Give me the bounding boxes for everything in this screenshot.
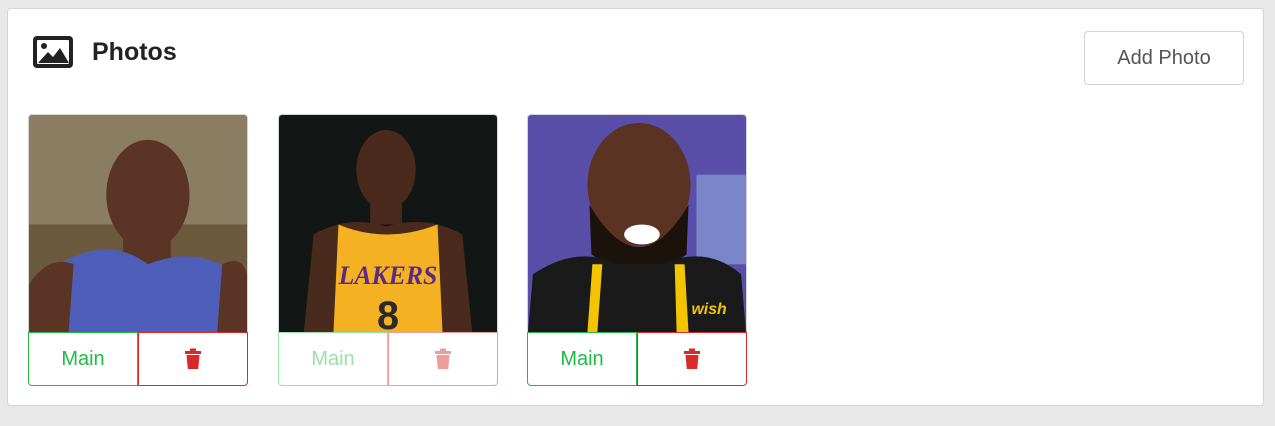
delete-photo-button[interactable] bbox=[637, 332, 747, 386]
trash-icon bbox=[185, 348, 201, 369]
trash-icon bbox=[684, 348, 700, 369]
svg-text:LAKERS: LAKERS bbox=[338, 261, 438, 290]
photo-card: wish Main bbox=[527, 114, 747, 386]
player-photo: wish bbox=[527, 114, 747, 332]
photos-panel: Photos Add Photo Main LAKERS 8 Main wish… bbox=[7, 8, 1264, 406]
svg-text:8: 8 bbox=[377, 294, 399, 332]
photo-card: Main bbox=[28, 114, 248, 386]
page-title: Photos bbox=[92, 38, 177, 66]
delete-photo-button[interactable] bbox=[388, 332, 498, 386]
trash-icon bbox=[435, 348, 451, 369]
photo-actions: Main bbox=[28, 332, 248, 386]
set-main-button[interactable]: Main bbox=[278, 332, 388, 386]
image-icon bbox=[33, 36, 73, 68]
photo-card: LAKERS 8 Main bbox=[278, 114, 498, 386]
add-photo-button[interactable]: Add Photo bbox=[1084, 31, 1244, 85]
photo-actions: Main bbox=[527, 332, 747, 386]
player-photo: LAKERS 8 bbox=[278, 114, 498, 332]
svg-text:wish: wish bbox=[692, 301, 728, 318]
delete-photo-button[interactable] bbox=[138, 332, 248, 386]
set-main-button[interactable]: Main bbox=[28, 332, 138, 386]
photo-actions: Main bbox=[278, 332, 498, 386]
set-main-button[interactable]: Main bbox=[527, 332, 637, 386]
player-photo bbox=[28, 114, 248, 332]
